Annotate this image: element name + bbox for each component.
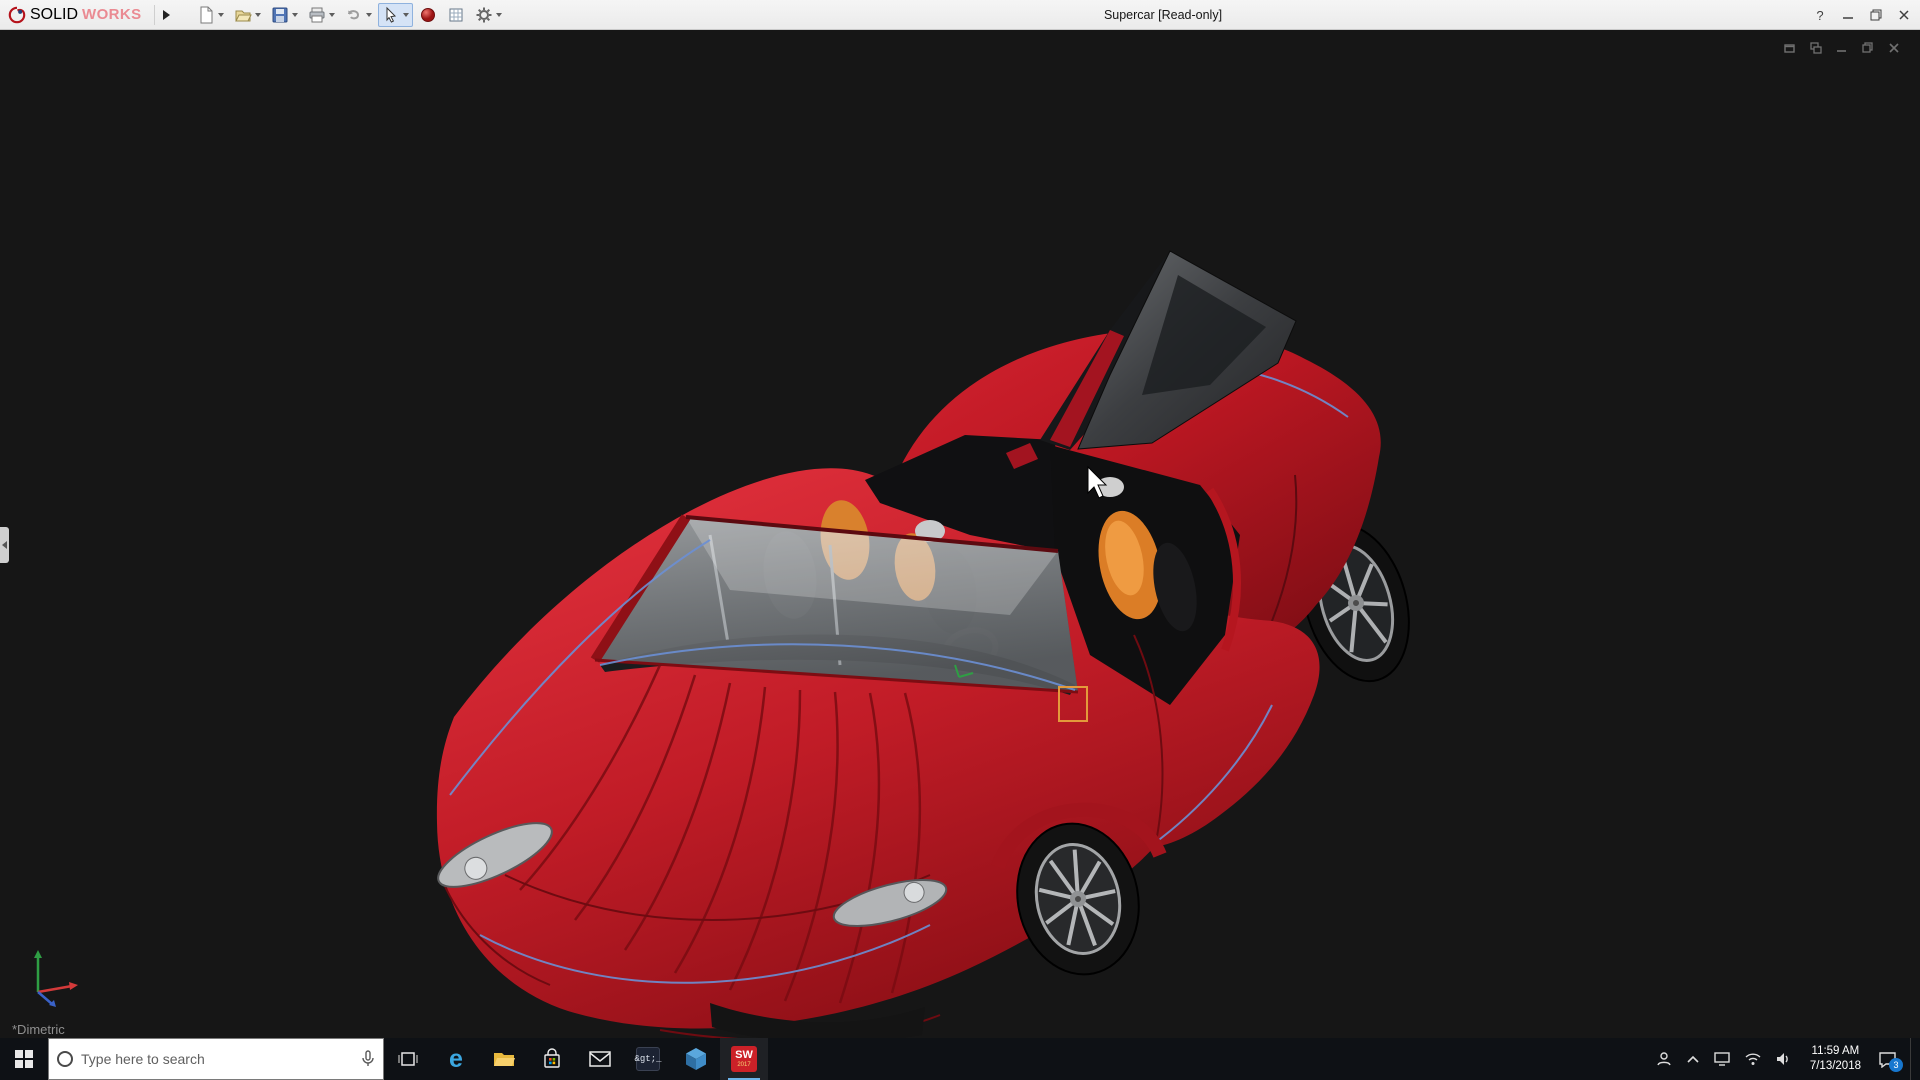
window-controls: ? <box>1806 0 1918 30</box>
document-window-controls <box>1782 40 1902 56</box>
window-title: Supercar [Read-only] <box>1104 8 1222 22</box>
network-button[interactable] <box>1713 1051 1731 1067</box>
clock-time: 11:59 AM <box>1810 1044 1861 1059</box>
cube-app-button[interactable] <box>672 1038 720 1080</box>
task-view-button[interactable] <box>384 1038 432 1080</box>
doc-minimize-icon[interactable] <box>1834 40 1850 56</box>
titlebar: SOLIDWORKS <box>0 0 1920 30</box>
doc-close-icon[interactable] <box>1886 40 1902 56</box>
print-icon <box>308 6 326 24</box>
wifi-icon <box>1744 1052 1762 1066</box>
brand-works: WORKS <box>82 6 142 23</box>
system-tray: 11:59 AM 7/13/2018 3 <box>1655 1038 1920 1080</box>
hidden-icons-button[interactable] <box>1686 1054 1700 1064</box>
task-view-icon <box>397 1048 419 1070</box>
appearance-sphere-icon <box>419 6 437 24</box>
clock-date: 7/13/2018 <box>1810 1059 1861 1074</box>
edge-button[interactable]: e <box>432 1038 480 1080</box>
mail-icon <box>588 1050 612 1068</box>
float-window-icon[interactable] <box>1782 40 1798 56</box>
restore-icon <box>1867 6 1885 24</box>
show-desktop-button[interactable] <box>1910 1038 1916 1080</box>
view-orientation-label: *Dimetric <box>12 1022 65 1037</box>
solidworks-app-icon: SW 2017 <box>731 1046 757 1072</box>
separator <box>154 5 155 25</box>
save-button[interactable] <box>267 3 302 27</box>
new-document-button[interactable] <box>193 3 228 27</box>
file-explorer-button[interactable] <box>480 1038 528 1080</box>
mail-button[interactable] <box>576 1038 624 1080</box>
close-button[interactable] <box>1890 1 1918 29</box>
car-model[interactable] <box>410 235 1410 1038</box>
store-button[interactable] <box>528 1038 576 1080</box>
notification-badge: 3 <box>1889 1058 1903 1072</box>
start-button[interactable] <box>0 1038 48 1080</box>
help-button[interactable]: ? <box>1806 1 1834 29</box>
dassault-systemes-logo-icon <box>8 6 26 24</box>
toolbar-expand-icon[interactable] <box>159 4 175 26</box>
microphone-icon[interactable] <box>361 1050 375 1068</box>
volume-button[interactable] <box>1775 1051 1793 1067</box>
search-input[interactable] <box>81 1051 353 1067</box>
appearance-button[interactable] <box>415 3 441 27</box>
people-icon <box>1655 1050 1673 1068</box>
open-button[interactable] <box>230 3 265 27</box>
orientation-triad <box>20 944 82 1010</box>
drawing-sheet-icon <box>447 6 465 24</box>
chevron-up-icon <box>1686 1054 1700 1064</box>
wifi-button[interactable] <box>1744 1052 1762 1066</box>
minimize-icon <box>1839 6 1857 24</box>
doc-restore-icon[interactable] <box>1860 40 1876 56</box>
windows-logo-icon <box>15 1050 33 1068</box>
undo-icon <box>345 6 363 24</box>
task-pane-toggle[interactable] <box>0 527 9 563</box>
folder-icon <box>492 1049 516 1069</box>
select-tool-button[interactable] <box>378 3 413 27</box>
network-icon <box>1713 1051 1731 1067</box>
brand-solid: SOLID <box>30 6 78 24</box>
store-bag-icon <box>541 1048 563 1070</box>
open-folder-icon <box>234 6 252 24</box>
cube-app-icon <box>685 1047 707 1071</box>
options-button[interactable] <box>471 3 506 27</box>
edge-icon: e <box>449 1047 463 1072</box>
clock[interactable]: 11:59 AM 7/13/2018 <box>1806 1044 1865 1074</box>
speaker-icon <box>1775 1051 1793 1067</box>
drawing-sheet-button[interactable] <box>443 3 469 27</box>
taskbar: e &gt;_ SW 2017 <box>0 1038 1920 1080</box>
dock-window-icon[interactable] <box>1808 40 1824 56</box>
standard-toolbar <box>193 3 506 27</box>
save-icon <box>271 6 289 24</box>
gear-icon <box>475 6 493 24</box>
minimize-button[interactable] <box>1834 1 1862 29</box>
graphics-viewport[interactable]: *Dimetric <box>0 30 1920 1038</box>
people-button[interactable] <box>1655 1050 1673 1068</box>
solidworks-logo: SOLIDWORKS <box>0 0 150 29</box>
terminal-button[interactable]: &gt;_ <box>624 1038 672 1080</box>
terminal-icon: &gt;_ <box>636 1047 660 1071</box>
action-center-button[interactable]: 3 <box>1878 1051 1897 1068</box>
print-button[interactable] <box>304 3 339 27</box>
close-icon <box>1895 6 1913 24</box>
cortana-icon <box>57 1051 73 1067</box>
select-cursor-icon <box>382 6 400 24</box>
taskbar-search[interactable] <box>48 1038 384 1080</box>
new-document-icon <box>197 6 215 24</box>
restore-button[interactable] <box>1862 1 1890 29</box>
solidworks-taskbar-button[interactable]: SW 2017 <box>720 1038 768 1080</box>
undo-button[interactable] <box>341 3 376 27</box>
